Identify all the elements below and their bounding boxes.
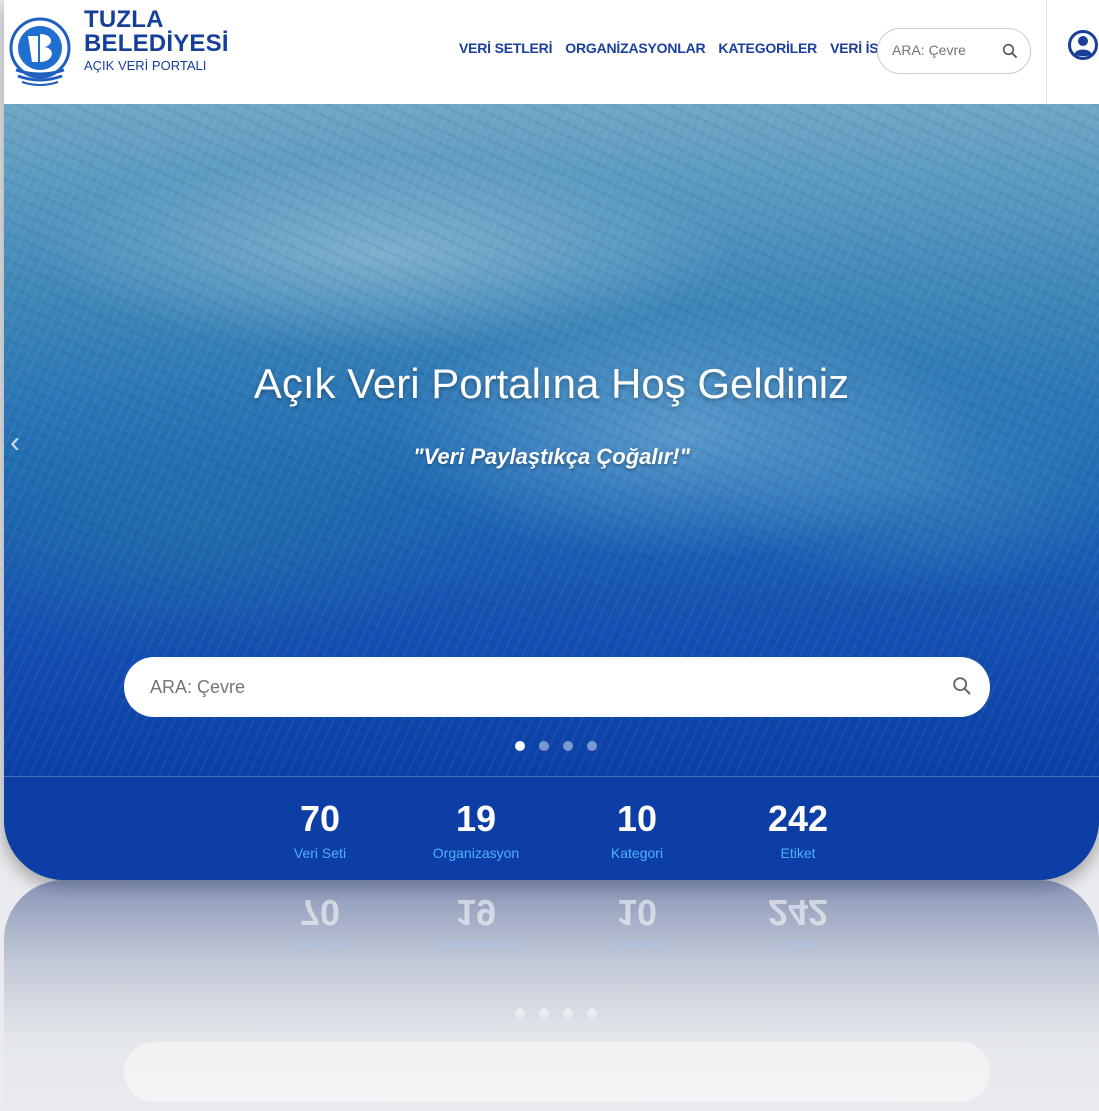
reflection-stat: Veri Seti 70 [250,892,390,954]
site-header: TUZLA BELEDİYESİ AÇIK VERİ PORTALI VERİ … [4,0,1099,104]
page-frame: TUZLA BELEDİYESİ AÇIK VERİ PORTALI VERİ … [4,0,1099,880]
reflection-label: Organizasyon [432,938,520,954]
hero-search-box [124,657,990,717]
brand-wordmark[interactable]: TUZLA BELEDİYESİ AÇIK VERİ PORTALI [84,6,229,73]
reflection-value: 19 [455,892,497,933]
hero-carousel: ‹ Açık Veri Portalına Hoş Geldiniz "Veri… [4,104,1099,776]
carousel-indicators [515,741,597,751]
reflection-label: Kategori [610,938,664,954]
header-search-input[interactable] [890,41,994,59]
brand-name-line2: BELEDİYESİ [84,30,229,57]
reflection-value: 70 [299,892,341,933]
hero-slogan: "Veri Paylaştıkça Çoğalır!" [413,444,690,469]
stat-organizations[interactable]: 19 Organizasyon [406,798,546,862]
reflection-stat: Kategori 10 [567,892,707,954]
reflection-value: 242 [767,892,829,933]
search-icon[interactable] [1002,43,1018,59]
nav-item-datasets[interactable]: VERİ SETLERİ [459,40,552,56]
reflection-label: Etiket [780,938,816,954]
stat-categories[interactable]: 10 Kategori [567,798,707,862]
nav-item-organizations[interactable]: ORGANİZASYONLAR [565,40,705,56]
stat-label: Organizasyon [432,845,520,861]
stat-value: 242 [767,798,829,839]
header-search-box [877,28,1031,74]
nav-item-categories[interactable]: KATEGORİLER [718,40,817,56]
reflection-dots [515,1008,597,1018]
stat-label: Etiket [780,845,816,861]
user-circle-icon[interactable] [1067,28,1099,62]
mirror-reflection: Veri Seti 70 Organizasyon 19 Kategori 10… [4,880,1099,1111]
stat-tags[interactable]: 242 Etiket [728,798,868,862]
reflection-value: 10 [616,892,658,933]
carousel-dot-4[interactable] [587,741,597,751]
hero-search-input[interactable] [148,676,912,699]
carousel-dot-1[interactable] [515,741,525,751]
stat-label: Kategori [610,845,664,861]
reflection-search-box [124,1042,990,1102]
hero-title: Açık Veri Portalına Hoş Geldiniz [253,360,850,407]
stat-value: 70 [299,798,341,839]
stat-datasets[interactable]: 70 Veri Seti [250,798,390,862]
municipality-emblem-icon[interactable] [8,6,76,92]
stat-value: 10 [616,798,658,839]
reflection-stat: Organizasyon 19 [406,892,546,954]
stat-value: 19 [455,798,497,839]
reflection-label: Veri Seti [293,938,347,954]
carousel-dot-3[interactable] [563,741,573,751]
stats-bar: 70 Veri Seti 19 Organizasyon 10 Kategori… [4,776,1099,880]
search-icon[interactable] [952,676,972,696]
brand-name-line1: TUZLA [84,6,164,33]
brand-tagline: AÇIK VERİ PORTALI [84,58,207,73]
header-divider [1046,0,1047,104]
main-nav: VERİ SETLERİ ORGANİZASYONLAR KATEGORİLER… [459,40,937,56]
carousel-dot-2[interactable] [539,741,549,751]
reflection-stat: Etiket 242 [728,892,868,954]
stat-label: Veri Seti [293,845,347,861]
